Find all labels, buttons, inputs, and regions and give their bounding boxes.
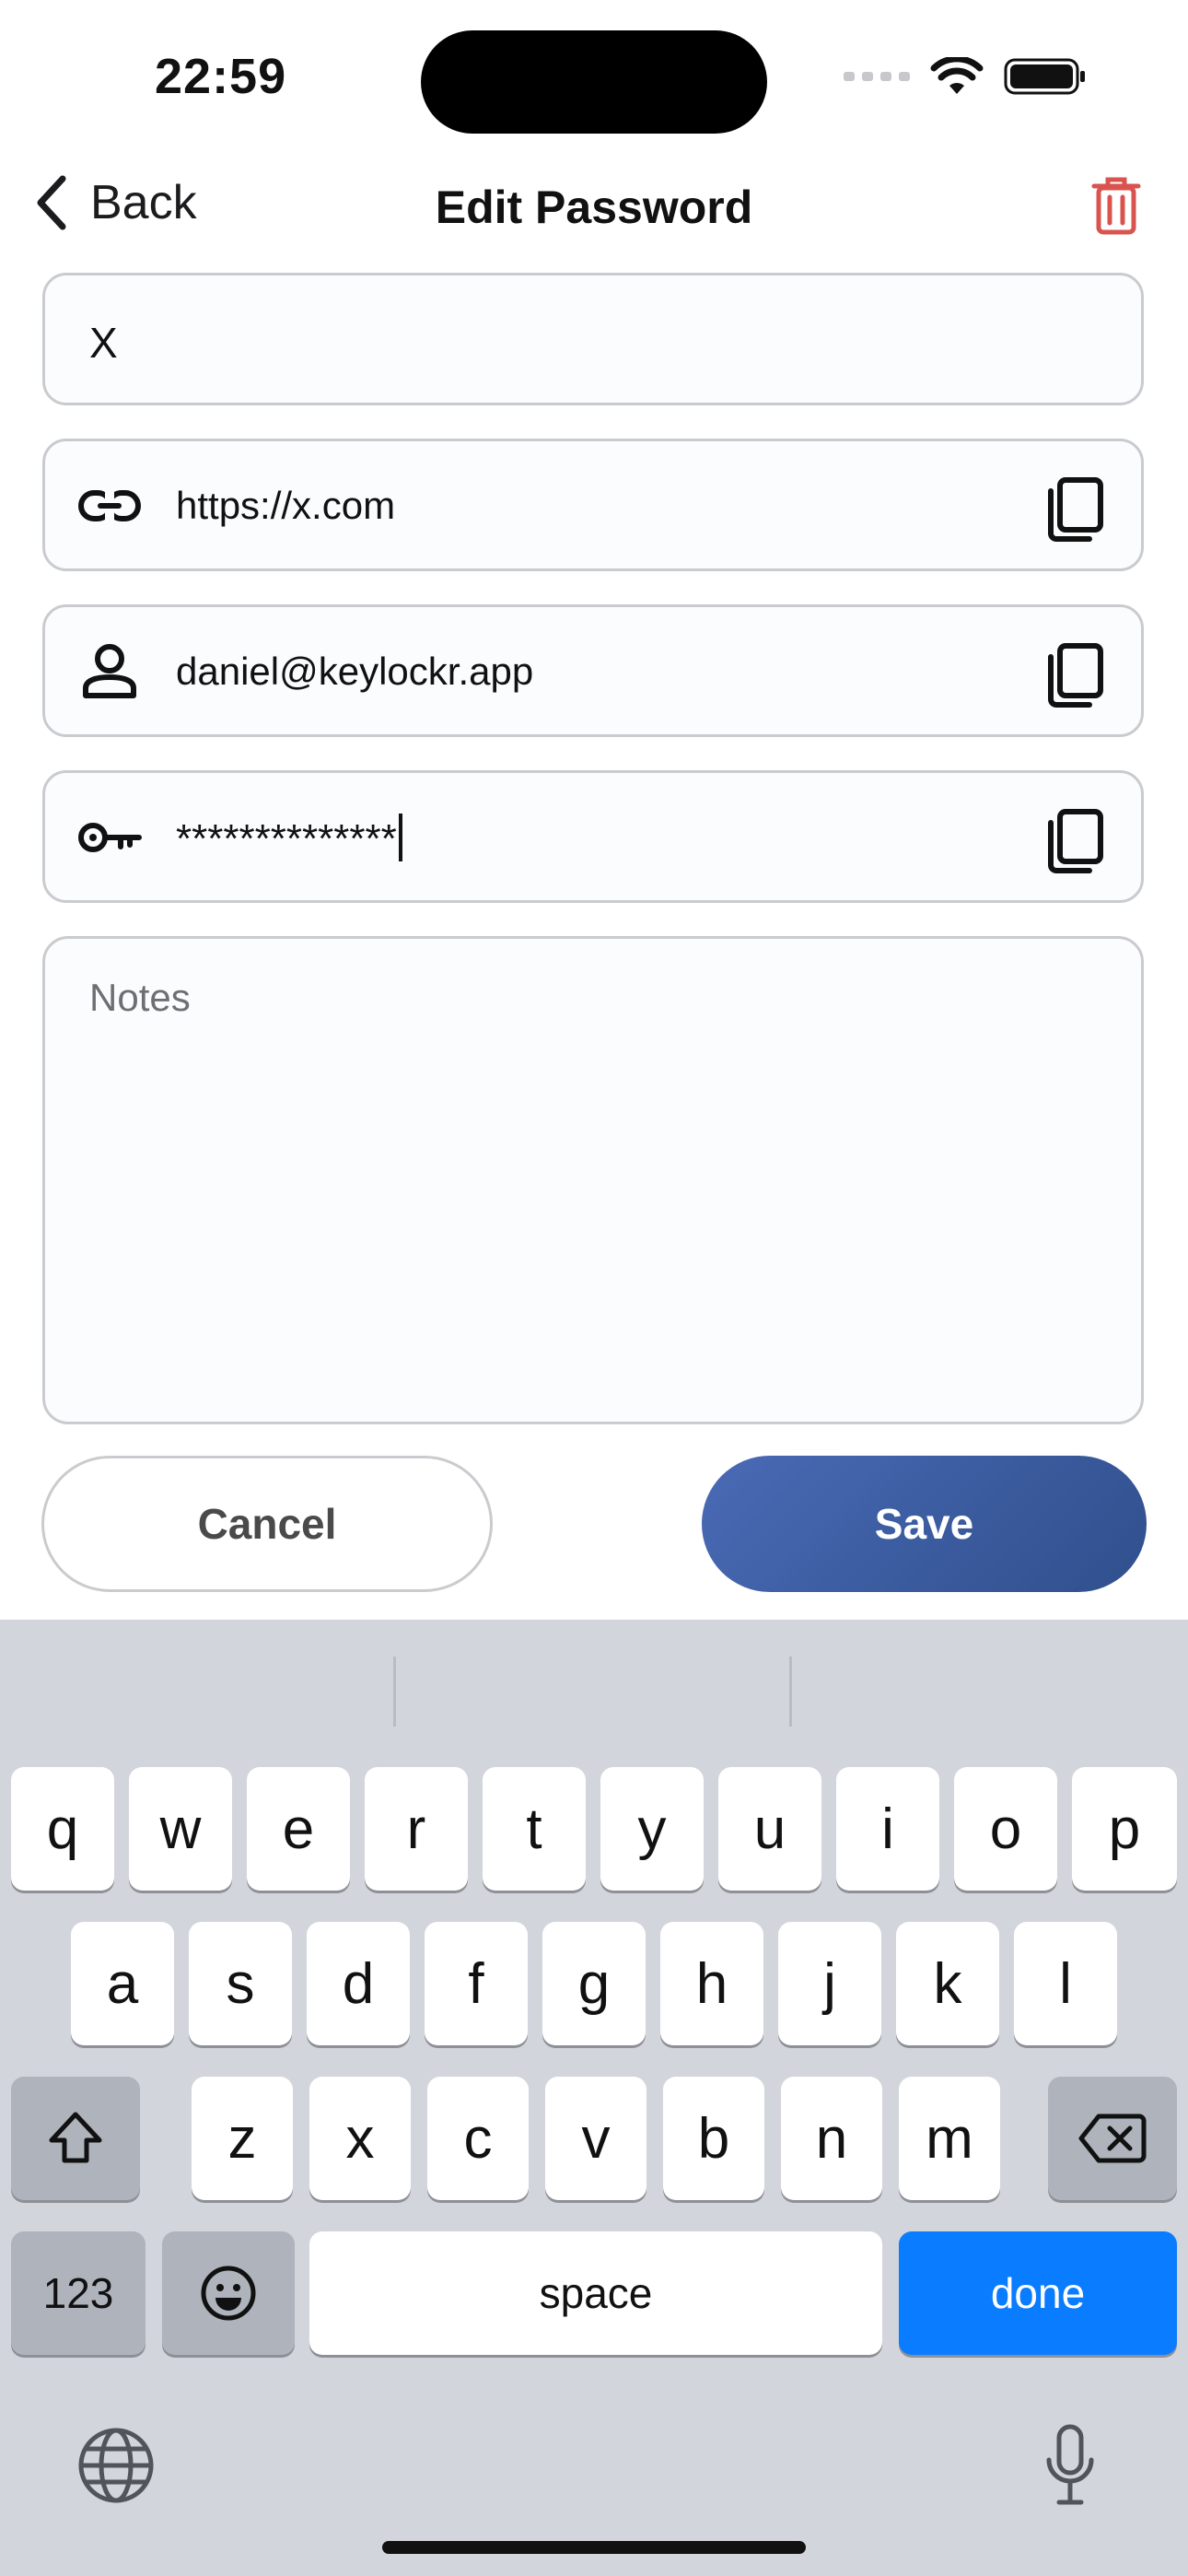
- copy-icon[interactable]: [1045, 808, 1104, 874]
- key-i[interactable]: i: [836, 1767, 939, 1891]
- suggestion-divider: [393, 1657, 396, 1727]
- shift-icon: [49, 2112, 102, 2163]
- key-e[interactable]: e: [247, 1767, 350, 1891]
- username-value: daniel@keylockr.app: [176, 650, 534, 693]
- person-icon: [83, 644, 136, 698]
- notes-placeholder: Notes: [89, 976, 191, 1019]
- done-key[interactable]: done: [899, 2231, 1177, 2355]
- key-v[interactable]: v: [545, 2077, 646, 2200]
- link-icon: [78, 489, 141, 522]
- username-field[interactable]: daniel@keylockr.app: [42, 604, 1144, 737]
- shift-key[interactable]: [11, 2077, 140, 2200]
- status-time: 22:59: [155, 49, 287, 104]
- space-key[interactable]: space: [309, 2231, 882, 2355]
- key-l[interactable]: l: [1014, 1922, 1117, 2045]
- backspace-key[interactable]: [1048, 2077, 1177, 2200]
- save-button[interactable]: Save: [702, 1456, 1147, 1592]
- key-d[interactable]: d: [307, 1922, 410, 2045]
- title-value: X: [89, 319, 118, 367]
- suggestion-divider: [789, 1657, 792, 1727]
- key-q[interactable]: q: [11, 1767, 114, 1891]
- emoji-icon: [201, 2266, 256, 2321]
- key-g[interactable]: g: [542, 1922, 646, 2045]
- key-z[interactable]: z: [192, 2077, 293, 2200]
- home-indicator: [382, 2541, 806, 2554]
- key-y[interactable]: y: [600, 1767, 704, 1891]
- password-field[interactable]: **************: [42, 770, 1144, 903]
- trash-icon[interactable]: [1090, 175, 1142, 236]
- key-c[interactable]: c: [427, 2077, 529, 2200]
- key-m[interactable]: m: [899, 2077, 1000, 2200]
- key-x[interactable]: x: [309, 2077, 411, 2200]
- numbers-key[interactable]: 123: [11, 2231, 146, 2355]
- title-field[interactable]: X: [42, 273, 1144, 405]
- backspace-icon: [1078, 2113, 1147, 2163]
- status-icons: [844, 57, 1087, 96]
- keyboard: q w e r t y u i o p a s d f g h j k l z …: [0, 1620, 1188, 2576]
- dynamic-island: [421, 30, 767, 134]
- cancel-button[interactable]: Cancel: [41, 1456, 493, 1592]
- key-icon: [78, 823, 142, 852]
- key-b[interactable]: b: [663, 2077, 764, 2200]
- key-p[interactable]: p: [1072, 1767, 1177, 1891]
- navigation-bar: Back Edit Password: [0, 175, 1188, 243]
- key-h[interactable]: h: [660, 1922, 763, 2045]
- microphone-icon[interactable]: [1044, 2423, 1096, 2508]
- url-value: https://x.com: [176, 484, 396, 527]
- copy-icon[interactable]: [1045, 642, 1104, 708]
- emoji-key[interactable]: [162, 2231, 295, 2355]
- page-title: Edit Password: [435, 181, 753, 233]
- key-j[interactable]: j: [778, 1922, 881, 2045]
- key-r[interactable]: r: [365, 1767, 468, 1891]
- url-field[interactable]: https://x.com: [42, 439, 1144, 571]
- key-n[interactable]: n: [781, 2077, 882, 2200]
- wifi-icon: [930, 57, 984, 94]
- key-u[interactable]: u: [718, 1767, 821, 1891]
- password-value: **************: [176, 814, 402, 862]
- globe-icon[interactable]: [77, 2427, 155, 2504]
- cellular-signal-icon: [844, 72, 910, 81]
- battery-icon: [1004, 58, 1085, 95]
- key-o[interactable]: o: [954, 1767, 1057, 1891]
- key-s[interactable]: s: [189, 1922, 292, 2045]
- password-masked-text: **************: [176, 816, 397, 861]
- key-a[interactable]: a: [71, 1922, 174, 2045]
- copy-icon[interactable]: [1045, 476, 1104, 543]
- key-t[interactable]: t: [483, 1767, 586, 1891]
- key-w[interactable]: w: [129, 1767, 232, 1891]
- key-k[interactable]: k: [896, 1922, 999, 2045]
- text-caret: [398, 814, 402, 861]
- notes-field[interactable]: Notes: [42, 936, 1144, 1424]
- key-f[interactable]: f: [425, 1922, 528, 2045]
